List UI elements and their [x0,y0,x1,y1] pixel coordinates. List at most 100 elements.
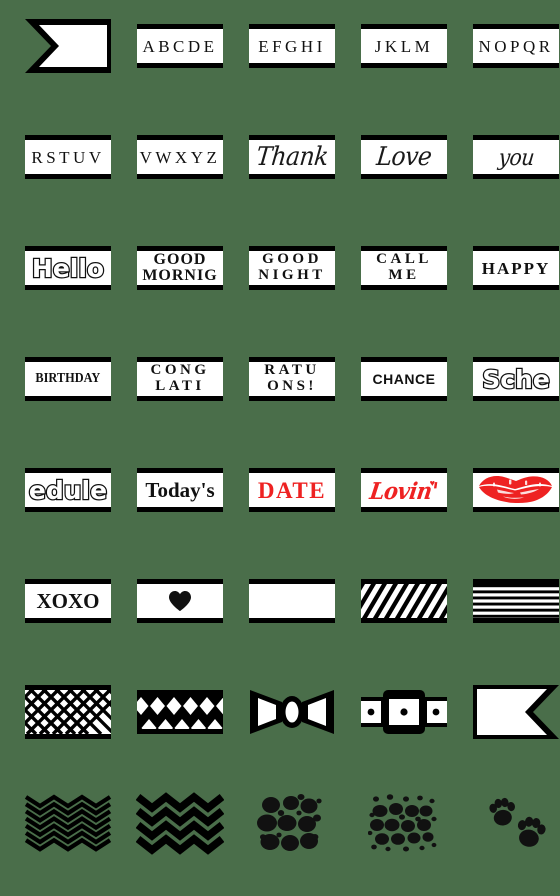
sticker-tape: NOPQR [473,24,559,68]
flag-notch-right-icon [473,685,559,739]
sticker-text: NOPQR [478,36,554,56]
sticker-text: RSTUV [31,147,105,167]
sticker-label-good-mornig[interactable]: GOOD MORNIG [124,212,236,324]
sticker-label-love[interactable]: Love [348,101,460,213]
sticker-pattern-argyle-diamonds[interactable] [124,656,236,768]
sticker-pattern-chevron-thin[interactable] [12,767,124,879]
sticker-label-blank[interactable] [236,545,348,657]
sticker-tape [137,579,223,623]
sticker-text: GOOD NIGHT [258,251,326,283]
sticker-text: CALL ME [376,251,432,283]
sticker-label-call-me[interactable]: CALL ME [348,212,460,324]
sticker-pattern-chevron-thick[interactable] [124,767,236,879]
sticker-bow-tie-ribbon[interactable] [236,656,348,768]
dalmatian-dots-large-icon [257,793,327,853]
sticker-label-happy[interactable]: HAPPY [460,212,560,324]
sticker-text: ABCDE [142,36,218,56]
sticker-text: JKLM [374,36,434,56]
sticker-tape: Today's [137,468,223,512]
sticker-tape: DATE [249,468,335,512]
sticker-paw-prints[interactable] [460,767,560,879]
sticker-tape: CHANCE [361,357,447,401]
sticker-flag-banner-left-notch[interactable] [12,0,124,102]
sticker-label-efghi[interactable]: EFGHI [236,0,348,102]
sticker-tape: edule [25,468,111,512]
sticker-tape: RATU ONS! [249,357,335,401]
sticker-lips-kiss-mark[interactable] [460,434,560,546]
sticker-tape: VWXYZ [137,135,223,179]
sticker-text: VWXYZ [139,147,221,167]
sticker-tape: CALL ME [361,246,447,290]
sticker-label-ratu-ons[interactable]: RATU ONS! [236,323,348,435]
sticker-belt-buckle-strap[interactable] [348,656,460,768]
heart-icon [168,590,192,612]
sticker-text: Love [375,141,433,171]
sticker-pattern-lattice[interactable] [12,656,124,768]
sticker-text: Thank [254,141,330,171]
sticker-flag-banner-right-notch[interactable] [460,656,560,768]
sticker-label-jklm[interactable]: JKLM [348,0,460,102]
sticker-label-chance[interactable]: CHANCE [348,323,460,435]
sticker-label-lovin[interactable]: Lovin' ♥ [348,434,460,546]
sticker-label-thank[interactable]: Thank [236,101,348,213]
sticker-text: BIRTHDAY [35,371,101,386]
sticker-label-cong-lati[interactable]: CONG LATI [124,323,236,435]
horizontal-stripes-icon [473,579,559,623]
sticker-tape: Lovin' ♥ [361,468,447,512]
sticker-label-good-night[interactable]: GOOD NIGHT [236,212,348,324]
sticker-text: CHANCE [372,371,436,387]
sticker-text: Hello [31,253,106,283]
sticker-text: HAPPY [481,258,551,278]
sticker-tape: GOOD NIGHT [249,246,335,290]
sticker-label-todays[interactable]: Today's [124,434,236,546]
sticker-tape: Hello [25,246,111,290]
sticker-label-abcde[interactable]: ABCDE [124,0,236,102]
sticker-label-you[interactable]: you [460,101,560,213]
sticker-text: Today's [145,477,215,502]
sticker-tape: RSTUV [25,135,111,179]
sticker-pattern-horizontal-stripes[interactable] [460,545,560,657]
sticker-text: EFGHI [258,36,326,56]
sticker-tape: HAPPY [473,246,559,290]
sticker-label-vwxyz[interactable]: VWXYZ [124,101,236,213]
lips-kiss-icon [473,473,559,507]
sticker-grid: ABCDE EFGHI JKLM NOPQR RSTUV VWXYZ Thank Love yo… [0,0,560,896]
sticker-pattern-dalmatian-dots-small[interactable] [348,767,460,879]
sticker-label-heart[interactable] [124,545,236,657]
sticker-label-sche[interactable]: Sche [460,323,560,435]
sticker-text: DATE [257,477,327,503]
sticker-text: edule [28,475,109,505]
bow-tie-icon [248,686,336,738]
chevron-thin-icon [24,792,112,854]
lattice-icon [25,685,111,739]
dalmatian-dots-small-icon [368,791,440,855]
sticker-label-nopqr[interactable]: NOPQR [460,0,560,102]
sticker-text: CONG LATI [150,362,210,394]
sticker-tape: GOOD MORNIG [137,246,223,290]
sticker-text: RATU ONS! [264,362,320,394]
sticker-tape: Thank [249,135,335,179]
sticker-text: GOOD MORNIG [142,250,218,284]
sticker-label-hello[interactable]: Hello [12,212,124,324]
sticker-tape: XOXO [25,579,111,623]
argyle-diamond-icon [137,690,223,734]
chevron-thick-icon [136,790,224,856]
sticker-label-edule[interactable]: edule [12,434,124,546]
sticker-text: Sche [481,364,551,394]
sticker-label-xoxo[interactable]: XOXO [12,545,124,657]
sticker-tape: Sche [473,357,559,401]
paw-prints-icon [478,792,554,854]
sticker-tape: Love [361,135,447,179]
sticker-tape: ABCDE [137,24,223,68]
sticker-pattern-diagonal-stripes[interactable] [348,545,460,657]
sticker-text: XOXO [36,588,100,613]
sticker-label-birthday[interactable]: BIRTHDAY [12,323,124,435]
sticker-tape: JKLM [361,24,447,68]
sticker-tape [473,468,559,512]
sticker-label-rstuv[interactable]: RSTUV [12,101,124,213]
diagonal-stripes-icon [361,579,447,623]
flag-notch-left-icon [25,19,111,73]
sticker-pattern-dalmatian-dots-large[interactable] [236,767,348,879]
sticker-text: you [496,143,536,171]
sticker-label-date[interactable]: DATE [236,434,348,546]
